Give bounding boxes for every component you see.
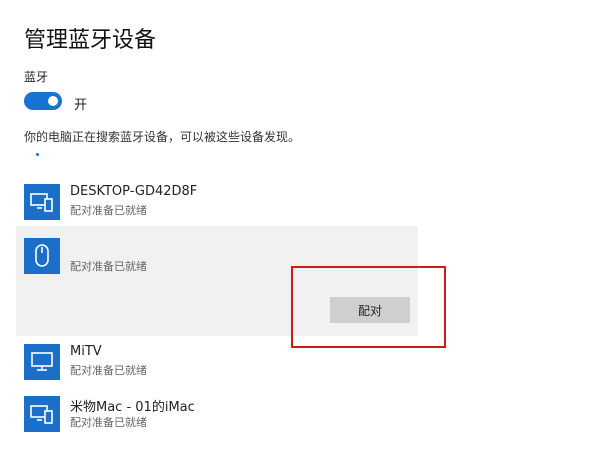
computer-icon bbox=[24, 184, 60, 220]
device-status: 配对准备已就绪 bbox=[70, 416, 147, 429]
device-status: 配对准备已就绪 bbox=[70, 260, 147, 273]
bluetooth-label: 蓝牙 bbox=[24, 70, 49, 84]
device-name: 米物Mac - 01的iMac bbox=[70, 400, 195, 415]
mouse-icon bbox=[24, 238, 60, 274]
device-item-desktop[interactable]: DESKTOP-GD42D8F 配对准备已就绪 bbox=[24, 184, 416, 224]
device-item-imac[interactable]: 米物Mac - 01的iMac 配对准备已就绪 bbox=[24, 396, 416, 436]
progress-dot bbox=[36, 153, 39, 156]
highlight-annotation-box bbox=[291, 266, 446, 348]
device-item-mitv[interactable]: MiTV 配对准备已就绪 bbox=[24, 344, 416, 384]
device-status: 配对准备已就绪 bbox=[70, 204, 147, 217]
discovery-status-text: 你的电脑正在搜索蓝牙设备，可以被这些设备发现。 bbox=[24, 130, 301, 144]
device-name: MiTV bbox=[70, 344, 102, 359]
page-title: 管理蓝牙设备 bbox=[24, 28, 157, 53]
device-name: DESKTOP-GD42D8F bbox=[70, 184, 198, 199]
computer-icon bbox=[24, 396, 60, 432]
device-status: 配对准备已就绪 bbox=[70, 364, 147, 377]
toggle-state-label: 开 bbox=[74, 98, 88, 113]
bluetooth-toggle[interactable] bbox=[24, 92, 62, 110]
toggle-knob bbox=[48, 96, 58, 106]
monitor-icon bbox=[24, 344, 60, 380]
